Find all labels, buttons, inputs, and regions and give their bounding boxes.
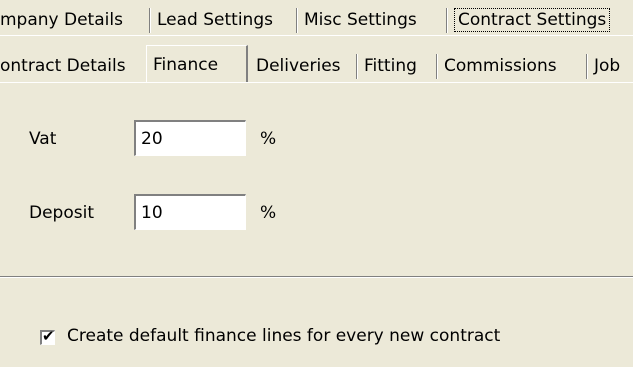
tab-fitting[interactable]: Fitting [358, 51, 438, 81]
default-finance-lines-label[interactable]: Create default finance lines for every n… [67, 326, 500, 346]
top-tab-row: mpany Details Lead Settings Misc Setting… [0, 5, 633, 35]
tab-fitting-label: Fitting [364, 56, 417, 76]
tab-company-details-label: mpany Details [0, 10, 123, 30]
tab-deliveries-label: Deliveries [256, 56, 341, 76]
deposit-label: Deposit [29, 203, 94, 223]
vat-input[interactable] [134, 120, 246, 156]
tab-commissions[interactable]: Commissions [438, 51, 588, 81]
tab-deliveries[interactable]: Deliveries [250, 51, 358, 81]
checkmark-icon: ✔ [42, 327, 55, 345]
deposit-input[interactable] [134, 194, 246, 230]
tab-lead-settings-label: Lead Settings [157, 10, 273, 30]
tab-job-label: Job [594, 56, 621, 76]
tab-finance-label: Finance [153, 55, 219, 75]
second-tab-row: ontract Details Finance Deliveries Fitti… [0, 45, 633, 83]
tab-commissions-label: Commissions [444, 56, 557, 76]
tab-misc-settings[interactable]: Misc Settings [298, 5, 448, 35]
deposit-percent-unit: % [260, 203, 277, 223]
tab-lead-settings[interactable]: Lead Settings [151, 5, 298, 35]
tab-misc-settings-label: Misc Settings [304, 10, 417, 30]
tab-contract-details-label: ontract Details [0, 56, 126, 76]
tab-finance[interactable]: Finance [146, 45, 248, 83]
vat-percent-unit: % [260, 129, 277, 149]
tab-contract-details[interactable]: ontract Details [0, 51, 146, 81]
tab-job[interactable]: Job [588, 51, 633, 81]
top-tab-underline [0, 35, 633, 36]
default-finance-lines-checkbox[interactable]: ✔ [40, 327, 55, 345]
vat-label: Vat [29, 129, 57, 149]
second-tab-underline [0, 82, 633, 83]
tab-contract-settings-label: Contract Settings [454, 8, 611, 32]
section-divider [0, 276, 633, 278]
tab-contract-settings[interactable]: Contract Settings [448, 5, 624, 35]
tab-company-details[interactable]: mpany Details [0, 5, 151, 35]
